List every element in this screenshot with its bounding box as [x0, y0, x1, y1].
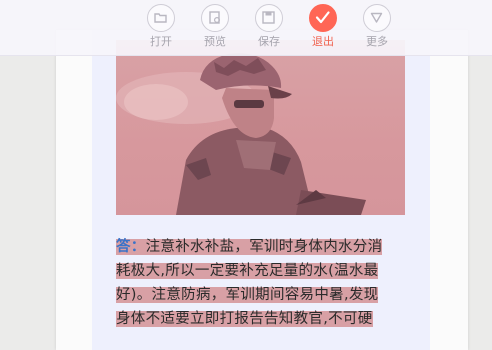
open-button-label: 打开 — [150, 35, 172, 48]
exit-button[interactable]: 退出 — [300, 4, 346, 54]
answer-line-3: 好)。注意防病，军训期间容易中暑,发现 — [116, 287, 379, 303]
answer-paragraph: 答：注意补水补盐，军训时身体内水分消 耗极大,所以一定要补充足量的水(温水最 好… — [116, 235, 406, 331]
chevron-down-icon — [363, 4, 391, 32]
preview-button-label: 预览 — [204, 35, 226, 48]
more-button-label: 更多 — [366, 35, 388, 48]
folder-icon — [147, 4, 175, 32]
editor-toolbar: 打开 预览 保存 退出 更多 — [0, 0, 492, 56]
preview-icon — [201, 4, 229, 32]
exit-button-label: 退出 — [312, 35, 334, 48]
answer-text: 注意补水补盐，军训时身体内水分消 — [145, 239, 383, 255]
open-button[interactable]: 打开 — [138, 4, 184, 54]
document-image[interactable] — [116, 40, 405, 215]
save-button[interactable]: 保存 — [246, 4, 292, 54]
preview-button[interactable]: 预览 — [192, 4, 238, 54]
more-button[interactable]: 更多 — [354, 4, 400, 54]
save-button-label: 保存 — [258, 35, 280, 48]
answer-label: 答： — [116, 239, 146, 255]
answer-line-1: 答：注意补水补盐，军训时身体内水分消 — [116, 239, 383, 255]
soldier-photo-icon — [116, 53, 366, 215]
check-exit-icon — [309, 4, 337, 32]
answer-line-4: 身体不适要立即打报告告知教官,不可硬 — [116, 311, 373, 327]
answer-line-2: 耗极大,所以一定要补充足量的水(温水最 — [116, 263, 379, 279]
save-icon — [255, 4, 283, 32]
